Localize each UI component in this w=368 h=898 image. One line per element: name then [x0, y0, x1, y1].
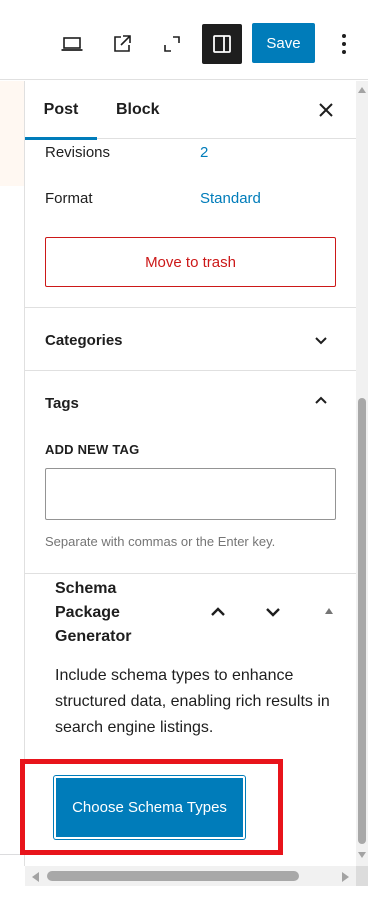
format-link[interactable]: Standard: [200, 190, 261, 207]
save-button[interactable]: Save: [252, 23, 315, 63]
scroll-right-arrow-icon[interactable]: [342, 872, 349, 882]
chevron-down-icon[interactable]: [309, 328, 333, 352]
sidebar-tabs: Post Block: [25, 81, 356, 140]
collapse-triangle-icon[interactable]: [321, 603, 337, 619]
divider: [25, 370, 356, 371]
vertical-scrollbar-thumb[interactable]: [358, 398, 366, 844]
revisions-label: Revisions: [45, 144, 111, 161]
revisions-row: Revisions 2: [45, 144, 208, 161]
format-row: Format Standard: [45, 190, 261, 207]
laptop-preview-icon[interactable]: [52, 24, 92, 64]
categories-panel-title[interactable]: Categories: [45, 332, 123, 349]
chevron-up-icon[interactable]: [309, 389, 333, 413]
scroll-up-arrow-icon[interactable]: [358, 87, 366, 93]
fullscreen-icon[interactable]: [152, 24, 192, 64]
scroll-left-arrow-icon[interactable]: [32, 872, 39, 882]
external-link-icon[interactable]: [102, 24, 142, 64]
settings-sidebar: Post Block Revisions 2 Format Standard M…: [25, 81, 356, 866]
move-up-icon[interactable]: [206, 600, 230, 624]
scrollbar-corner: [356, 866, 368, 886]
move-down-icon[interactable]: [261, 600, 285, 624]
tag-help-text: Separate with commas or the Enter key.: [45, 534, 276, 549]
tab-block[interactable]: Block: [116, 81, 160, 139]
divider: [25, 307, 356, 308]
close-icon[interactable]: [314, 98, 338, 122]
sidebar-toggle-icon[interactable]: [202, 24, 242, 64]
vertical-ellipsis-icon[interactable]: [334, 26, 354, 62]
add-tag-input[interactable]: [45, 468, 336, 520]
choose-schema-types-button[interactable]: Choose Schema Types: [54, 776, 245, 839]
schema-description: Include schema types to enhance structur…: [55, 667, 330, 736]
tab-post[interactable]: Post: [25, 81, 97, 140]
add-new-tag-label: ADD NEW TAG: [45, 442, 140, 457]
scroll-down-arrow-icon[interactable]: [358, 852, 366, 858]
tags-panel-title[interactable]: Tags: [45, 395, 79, 412]
editor-canvas-edge: [0, 81, 24, 186]
editor-toolbar: Save: [0, 0, 368, 80]
revisions-link[interactable]: 2: [200, 144, 208, 161]
move-to-trash-button[interactable]: Move to trash: [45, 237, 336, 287]
horizontal-scrollbar-thumb[interactable]: [47, 871, 299, 881]
schema-panel-title: Schema Package Generator: [55, 580, 132, 645]
format-label: Format: [45, 190, 93, 207]
divider: [25, 573, 356, 574]
